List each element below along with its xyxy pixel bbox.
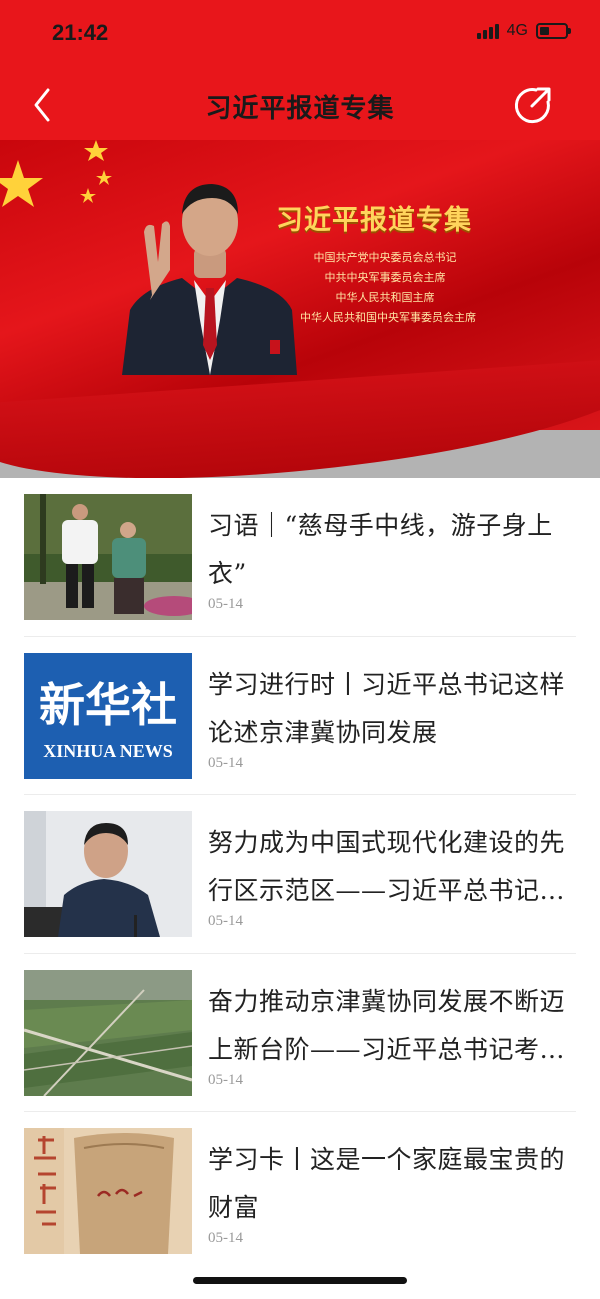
- status-bar: 21:42 4G: [0, 0, 600, 70]
- news-thumbnail: [24, 494, 192, 620]
- share-button[interactable]: [512, 84, 554, 126]
- news-item[interactable]: 新华社 XINHUA NEWS 学习进行时丨习近平总书记这样论述京津冀协同发展 …: [24, 637, 576, 795]
- banner-subtitle: 中国共产党中央委员会总书记: [313, 251, 457, 264]
- banner-subtitle: 中华人民共和国中央军事委员会主席: [300, 311, 476, 324]
- banner-subtitle: 中华人民共和国主席: [335, 291, 435, 304]
- news-date: 05-14: [208, 596, 243, 612]
- nav-bar: 习近平报道专集: [0, 70, 600, 140]
- news-title: 学习卡丨这是一个家庭最宝贵的财富: [208, 1145, 566, 1222]
- news-item[interactable]: 习语｜“慈母手中线，游子身上衣” 05-14: [24, 478, 576, 637]
- news-date: 05-14: [208, 1071, 243, 1088]
- banner-subtitles: 中国共产党中央委员会总书记 中共中央军事委员会主席 中华人民共和国主席 中华人民…: [300, 248, 476, 328]
- news-date: 05-14: [208, 754, 243, 771]
- news-title: 努力成为中国式现代化建设的先行区示范区——习近平总书记考察河北雄安新区并主持召开…: [208, 828, 566, 905]
- status-indicators: 4G: [476, 22, 571, 40]
- banner-subtitle: 中共中央军事委员会主席: [324, 271, 446, 284]
- news-thumbnail: [24, 811, 192, 937]
- news-item[interactable]: 奋力推动京津冀协同发展不断迈上新台阶——习近平总书记考察河北纪实 05-14: [24, 954, 576, 1112]
- svg-text:XINHUA NEWS: XINHUA NEWS: [43, 741, 173, 761]
- news-item[interactable]: 学习卡丨这是一个家庭最宝贵的财富 05-14: [24, 1112, 576, 1271]
- share-icon: [514, 87, 551, 124]
- xinhua-news-logo: 新华社 XINHUA NEWS: [24, 652, 192, 779]
- network-label: 4G: [506, 22, 528, 39]
- signal-icon: [476, 23, 499, 39]
- topic-banner[interactable]: 习近平报道专集 中国共产党中央委员会总书记 中共中央军事委员会主席 中华人民共和…: [0, 140, 600, 478]
- garden-photo: [24, 494, 192, 620]
- news-date: 05-14: [208, 913, 243, 929]
- news-list: 习语｜“慈母手中线，游子身上衣” 05-14 新华社 XINHUA NEWS 学…: [24, 478, 576, 1271]
- svg-text:新华社: 新华社: [39, 678, 177, 732]
- farmland-aerial-photo: [24, 969, 192, 1096]
- news-item[interactable]: 努力成为中国式现代化建设的先行区示范区——习近平总书记考察河北雄安新区并主持召开…: [24, 795, 576, 954]
- flag-stars-icon: [0, 140, 112, 207]
- battery-icon: [536, 23, 571, 39]
- news-title: 习语｜“慈母手中线，游子身上衣”: [208, 511, 553, 588]
- news-thumbnail: [24, 969, 192, 1096]
- news-thumbnail: [24, 1128, 192, 1254]
- embroidered-bag-photo: [24, 1128, 192, 1254]
- news-thumbnail: 新华社 XINHUA NEWS: [24, 652, 192, 779]
- status-time: 21:42: [52, 20, 109, 45]
- home-indicator[interactable]: [193, 1277, 407, 1284]
- news-title: 奋力推动京津冀协同发展不断迈上新台阶——习近平总书记考察河北纪实: [208, 986, 566, 1064]
- news-date: 05-14: [208, 1230, 243, 1246]
- news-title: 学习进行时丨习近平总书记这样论述京津冀协同发展: [208, 669, 566, 747]
- speaker-photo: [24, 811, 192, 937]
- banner-title: 习近平报道专集: [276, 205, 472, 236]
- leader-portrait-image: [122, 184, 297, 375]
- page-title: 习近平报道专集: [205, 94, 395, 124]
